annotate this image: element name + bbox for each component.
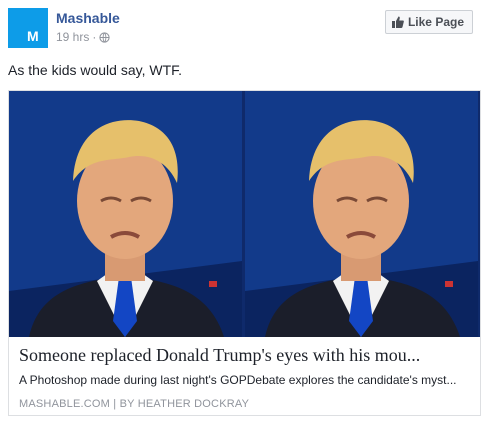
link-source-line: MASHABLE.COM | BY HEATHER DOCKRAY: [19, 398, 470, 410]
meta-separator: ·: [92, 30, 97, 44]
avatar-letter: M: [27, 28, 39, 44]
link-description: A Photoshop made during last night's GOP…: [19, 373, 457, 387]
thumbs-up-icon: [391, 16, 404, 28]
page-avatar[interactable]: M: [8, 8, 48, 48]
link-info[interactable]: Someone replaced Donald Trump's eyes wit…: [19, 345, 470, 410]
link-preview-image[interactable]: [9, 91, 480, 337]
globe-icon: [99, 31, 110, 43]
image-panel-left: [9, 91, 242, 337]
like-page-label: Like Page: [407, 15, 464, 29]
post-meta: 19 hrs ·: [56, 30, 110, 44]
post-header: M Mashable 19 hrs · Like Page: [8, 8, 481, 52]
link-author: BY HEATHER DOCKRAY: [119, 398, 250, 410]
image-panel-right: [245, 91, 478, 337]
trump-photo-left: [9, 91, 242, 337]
link-title[interactable]: Someone replaced Donald Trump's eyes wit…: [19, 345, 470, 366]
page-name-link[interactable]: Mashable: [56, 10, 120, 26]
post-timestamp[interactable]: 19 hrs: [56, 30, 89, 44]
source-divider: |: [113, 398, 117, 410]
post-text: As the kids would say, WTF.: [8, 62, 183, 78]
link-preview-card[interactable]: Someone replaced Donald Trump's eyes wit…: [8, 90, 481, 416]
trump-photo-right: [245, 91, 478, 337]
link-source: MASHABLE.COM: [19, 398, 111, 410]
like-page-button[interactable]: Like Page: [384, 10, 473, 34]
